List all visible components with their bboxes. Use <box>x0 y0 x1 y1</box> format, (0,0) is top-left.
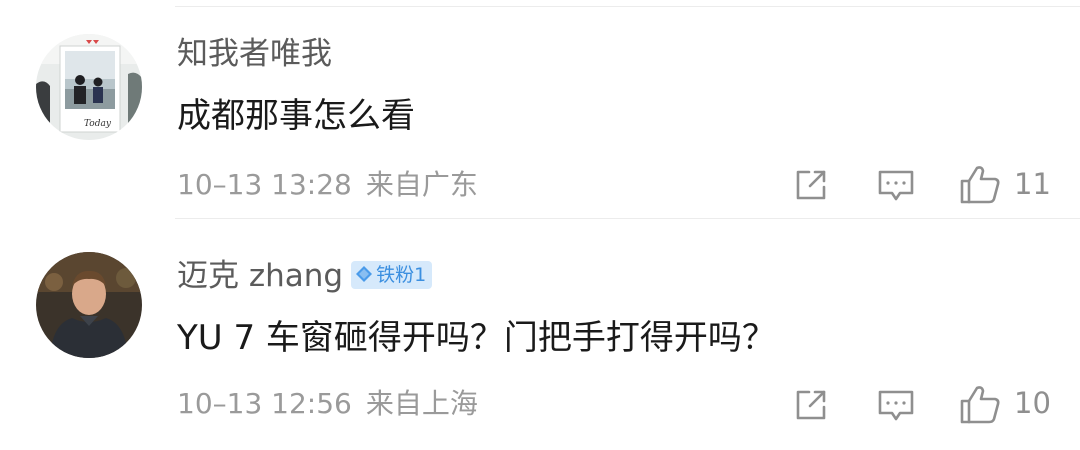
location: 来自广东 <box>365 168 478 201</box>
avatar[interactable] <box>36 252 142 358</box>
diamond-icon <box>356 266 373 282</box>
avatar-caption: Today <box>84 119 112 129</box>
thumbs-up-icon <box>960 386 1000 424</box>
comment-icon <box>878 390 914 421</box>
share-icon <box>796 170 826 200</box>
timestamp: 10–13 12:56 <box>177 387 352 420</box>
comment-item: 迈克 zhang 铁粉1 YU 7 车窗砸得开吗？门把手打得开吗？ 10–13 1… <box>0 228 1080 448</box>
comment-item: Today 知我者唯我 成都那事怎么看 10–13 13:28 来自广东 11 <box>0 8 1080 228</box>
top-divider <box>175 6 1080 7</box>
thumbs-up-icon <box>960 166 1000 204</box>
location: 来自上海 <box>365 387 478 420</box>
share-icon <box>796 390 826 420</box>
badge-label: 铁粉1 <box>376 263 427 286</box>
comment-text[interactable]: 成都那事怎么看 <box>177 94 415 138</box>
like-count: 10 <box>1014 386 1051 420</box>
comment-text[interactable]: YU 7 车窗砸得开吗？门把手打得开吗？ <box>177 316 776 360</box>
username[interactable]: 迈克 zhang 铁粉1 <box>177 256 433 296</box>
reply-button[interactable] <box>877 168 915 208</box>
like-count: 11 <box>1014 167 1051 201</box>
share-button[interactable] <box>793 167 829 207</box>
avatar[interactable]: Today <box>36 34 142 140</box>
comment-meta: 10–13 13:28 来自广东 <box>177 167 478 203</box>
comment-divider <box>175 218 1080 219</box>
username[interactable]: 知我者唯我 <box>177 34 332 74</box>
timestamp: 10–13 13:28 <box>177 168 352 201</box>
comment-meta: 10–13 12:56 来自上海 <box>177 386 478 422</box>
like-button[interactable] <box>958 383 1002 429</box>
like-button[interactable] <box>958 163 1002 209</box>
reply-button[interactable] <box>877 388 915 428</box>
share-button[interactable] <box>793 387 829 427</box>
fan-badge[interactable]: 铁粉1 <box>351 260 433 289</box>
username-label: 迈克 zhang <box>177 258 344 294</box>
comment-icon <box>878 170 914 201</box>
